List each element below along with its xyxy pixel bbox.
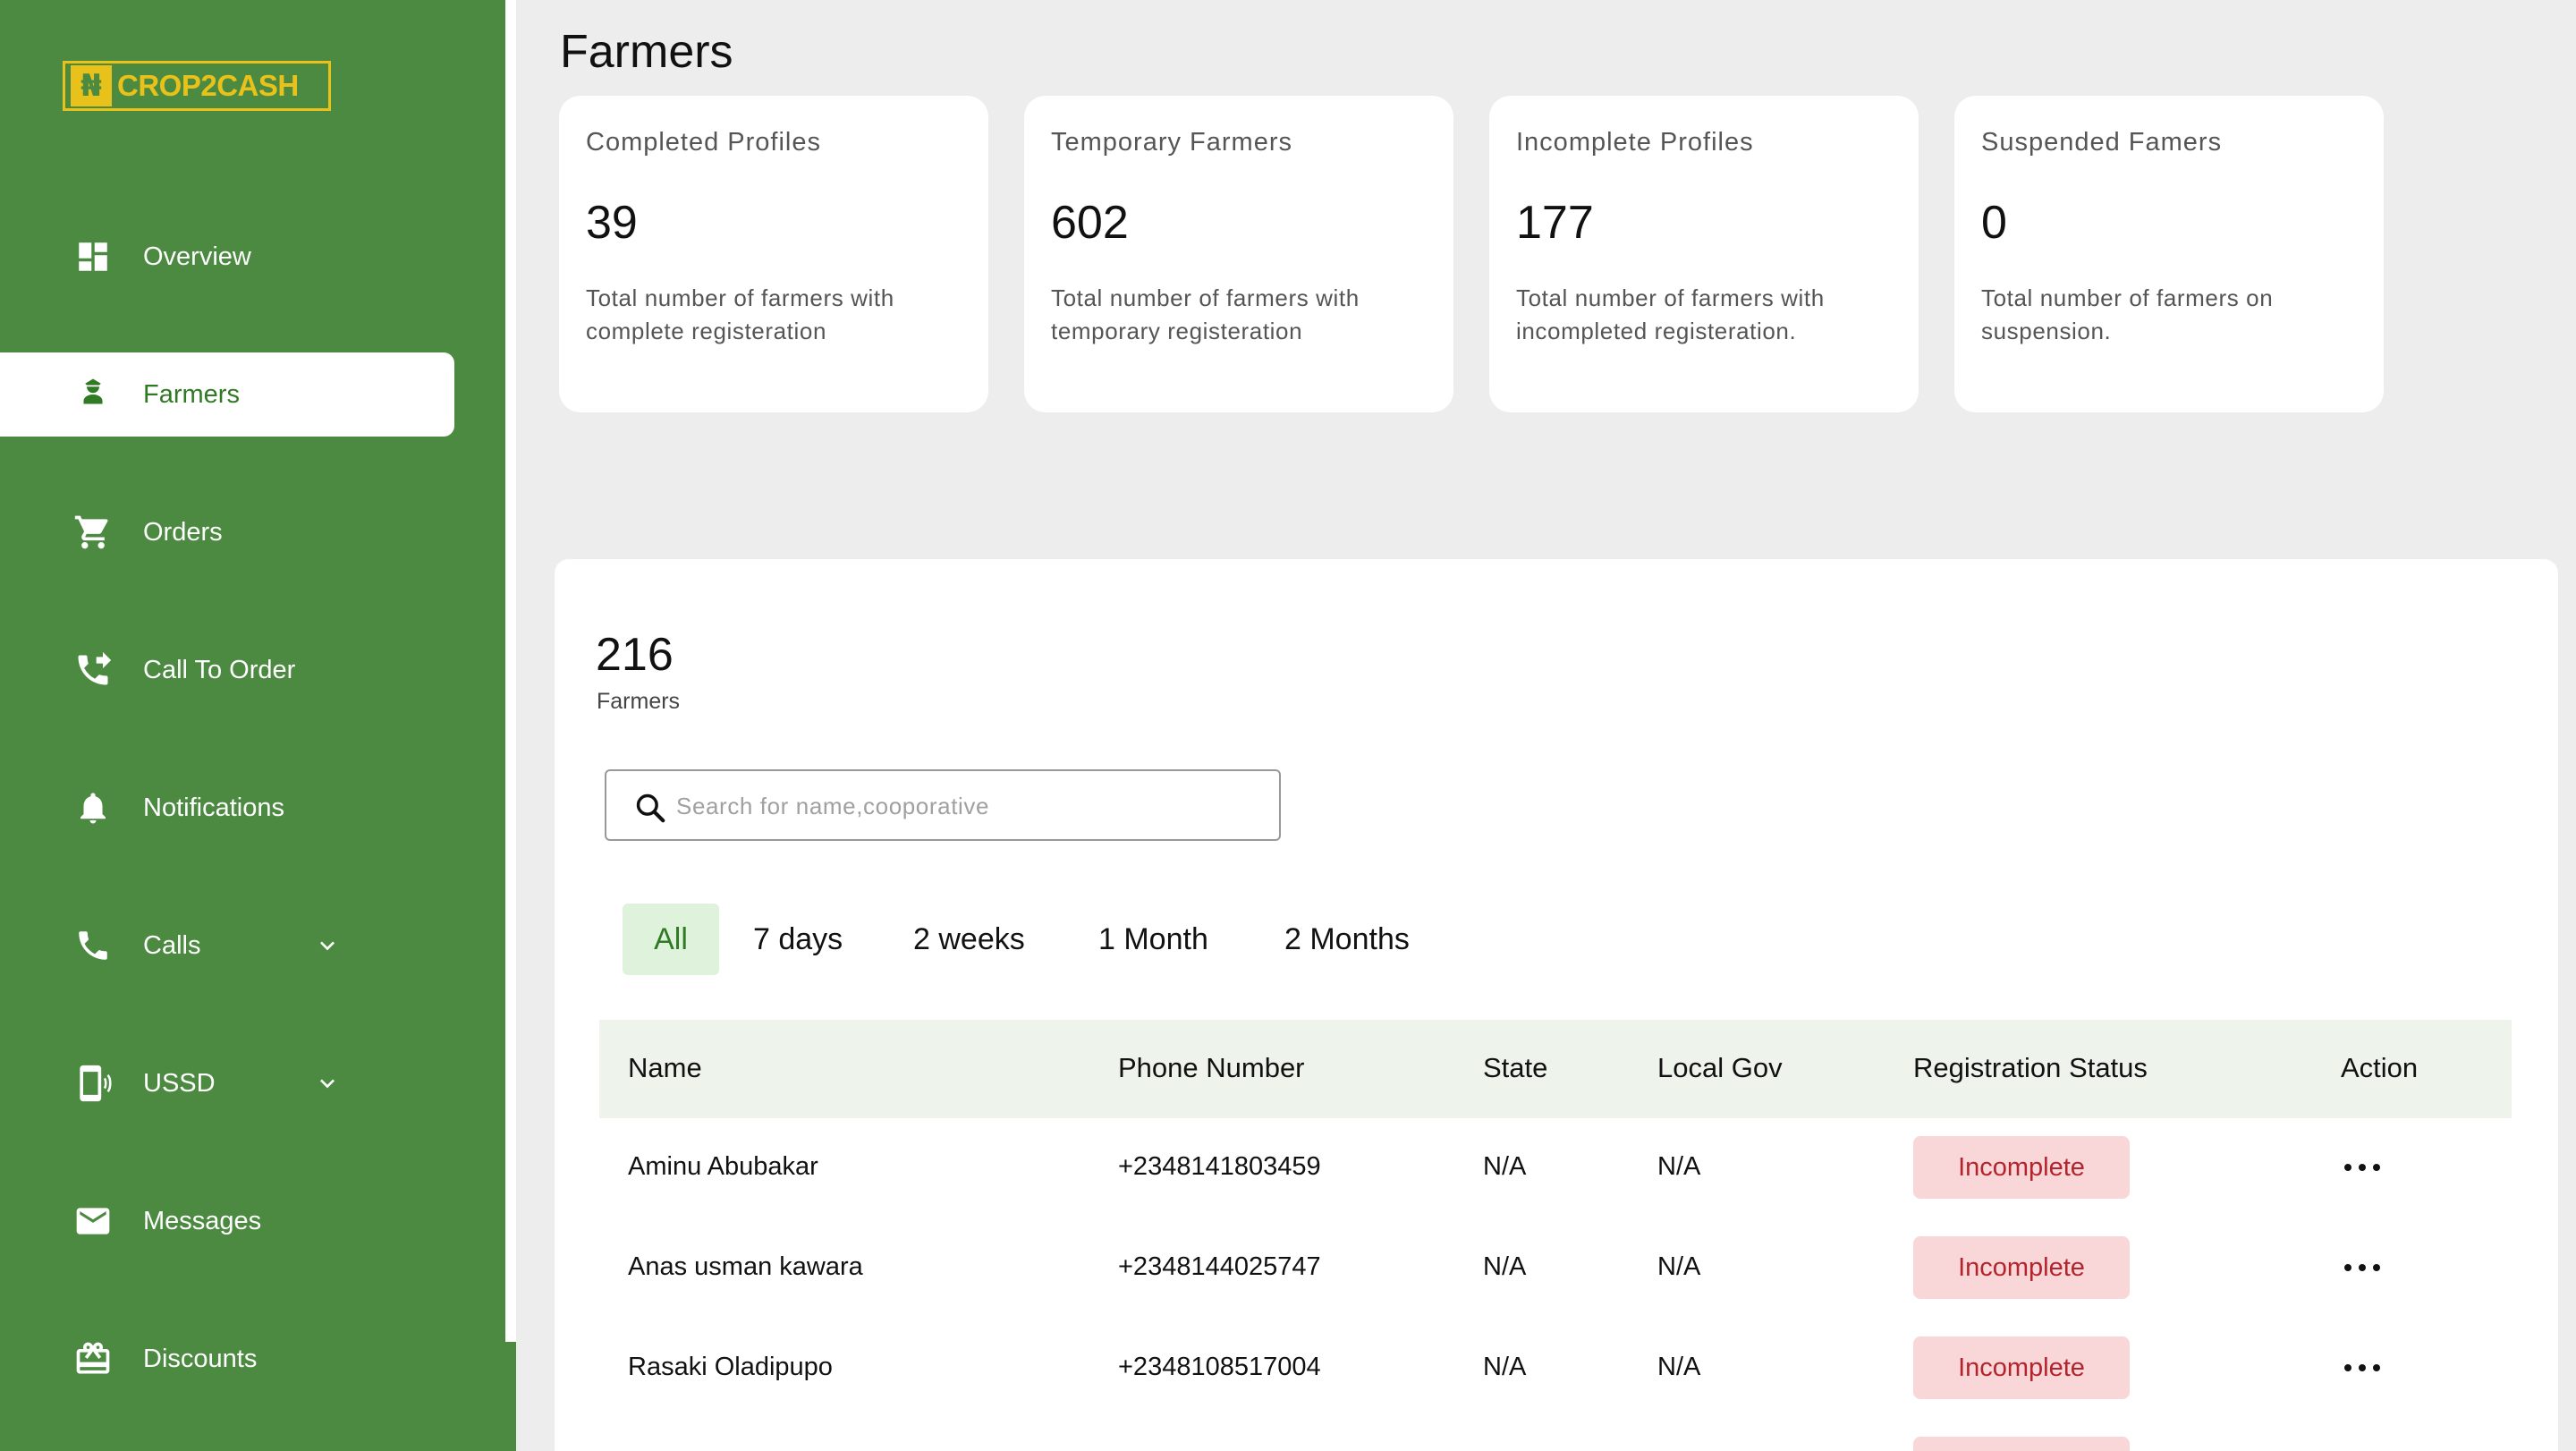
sidebar-item-messages[interactable]: Messages bbox=[0, 1179, 454, 1263]
cart-icon bbox=[72, 511, 114, 554]
status-badge: Incomplete bbox=[1913, 1236, 2130, 1299]
stat-description: Total number of farmers with complete re… bbox=[586, 284, 894, 344]
stat-description: Total number of farmers with incompleted… bbox=[1516, 284, 1825, 344]
gift-card-icon bbox=[72, 1337, 114, 1380]
status-badge-partial bbox=[1913, 1437, 2130, 1451]
sidebar-item-overview[interactable]: Overview bbox=[0, 215, 454, 299]
stat-title: Suspended Famers bbox=[1981, 128, 2223, 157]
cell-state: N/A bbox=[1483, 1353, 1527, 1381]
sidebar-item-label: Messages bbox=[143, 1206, 262, 1235]
cell-state: N/A bbox=[1483, 1252, 1527, 1281]
stat-title: Incomplete Profiles bbox=[1516, 128, 1754, 157]
more-actions-icon[interactable] bbox=[2344, 1158, 2380, 1176]
sidebar-item-notifications[interactable]: Notifications bbox=[0, 766, 454, 850]
table-header bbox=[599, 1020, 2512, 1118]
logo-text: CROP2CASH bbox=[117, 69, 299, 102]
search-box[interactable] bbox=[605, 769, 1281, 841]
stat-description: Total number of farmers on suspension. bbox=[1981, 284, 2274, 344]
status-badge: Incomplete bbox=[1913, 1336, 2130, 1399]
cell-name: Aminu Abubakar bbox=[628, 1152, 818, 1181]
sidebar-scrollbar-track bbox=[505, 1342, 516, 1451]
filter-tab-all[interactable]: All bbox=[623, 904, 719, 975]
cell-phone: +2348141803459 bbox=[1118, 1152, 1321, 1181]
phone-icon bbox=[72, 924, 114, 967]
sidebar-item-label: USSD bbox=[143, 1068, 216, 1098]
filter-tab-2-weeks[interactable]: 2 weeks bbox=[913, 904, 1025, 975]
column-header-action: Action bbox=[2341, 1052, 2419, 1083]
search-input[interactable] bbox=[676, 787, 1249, 825]
stat-card-incomplete: Incomplete Profiles 177 Total number of … bbox=[1489, 96, 1919, 412]
sidebar-scrollbar[interactable] bbox=[505, 0, 516, 1342]
chevron-down-icon[interactable] bbox=[313, 1069, 342, 1098]
farmers-panel bbox=[555, 559, 2558, 1451]
search-icon bbox=[636, 793, 665, 823]
brand-logo[interactable]: ₦ CROP2CASH bbox=[63, 61, 331, 111]
page-title: Farmers bbox=[560, 26, 733, 78]
farmer-icon bbox=[72, 373, 114, 416]
mobile-signal-icon bbox=[72, 1062, 114, 1105]
cell-phone: +2348108517004 bbox=[1118, 1353, 1321, 1381]
cell-state: N/A bbox=[1483, 1152, 1527, 1181]
cell-name: Rasaki Oladipupo bbox=[628, 1353, 833, 1381]
sidebar-item-discounts[interactable]: Discounts bbox=[0, 1317, 454, 1401]
filter-tab-7-days[interactable]: 7 days bbox=[753, 904, 843, 975]
bell-icon bbox=[72, 786, 114, 829]
stat-value: 177 bbox=[1516, 197, 1594, 249]
more-actions-icon[interactable] bbox=[2344, 1259, 2380, 1277]
sidebar-item-label: Call To Order bbox=[143, 655, 296, 684]
dashboard-icon bbox=[72, 235, 114, 278]
sidebar-item-label: Notifications bbox=[143, 793, 284, 822]
sidebar-item-label: Farmers bbox=[143, 379, 240, 409]
more-actions-icon[interactable] bbox=[2344, 1359, 2380, 1377]
stat-description: Total number of farmers with temporary r… bbox=[1051, 284, 1360, 344]
cell-local-gov: N/A bbox=[1657, 1152, 1701, 1181]
cell-local-gov: N/A bbox=[1657, 1252, 1701, 1281]
filter-tab-2-months[interactable]: 2 Months bbox=[1284, 904, 1410, 975]
column-header-registration-status[interactable]: Registration Status bbox=[1913, 1052, 2148, 1084]
sidebar-item-calls[interactable]: Calls bbox=[0, 904, 454, 988]
sidebar-item-label: Overview bbox=[143, 242, 251, 271]
cell-phone: +2348144025747 bbox=[1118, 1252, 1321, 1281]
stat-title: Temporary Farmers bbox=[1051, 128, 1292, 157]
stat-card-suspended: Suspended Famers 0 Total number of farme… bbox=[1954, 96, 2384, 412]
column-header-state[interactable]: State bbox=[1483, 1052, 1547, 1084]
mail-icon bbox=[72, 1200, 114, 1243]
filter-tab-1-month[interactable]: 1 Month bbox=[1098, 904, 1208, 975]
column-header-phone[interactable]: Phone Number bbox=[1118, 1052, 1305, 1084]
cell-name: Anas usman kawara bbox=[628, 1252, 863, 1281]
stat-value: 39 bbox=[586, 197, 638, 249]
sidebar-item-label: Discounts bbox=[143, 1344, 258, 1373]
logo-mark: ₦ bbox=[71, 65, 112, 106]
sidebar-item-farmers[interactable]: Farmers bbox=[0, 352, 454, 437]
stat-title: Completed Profiles bbox=[586, 128, 821, 157]
column-header-name[interactable]: Name bbox=[628, 1052, 702, 1084]
stat-value: 602 bbox=[1051, 197, 1129, 249]
stat-card-completed: Completed Profiles 39 Total number of fa… bbox=[559, 96, 988, 412]
sidebar-item-label: Calls bbox=[143, 930, 201, 960]
farmer-count: 216 bbox=[596, 629, 674, 681]
sidebar: ₦ CROP2CASH Overview Farmers Orders Call… bbox=[0, 0, 505, 1451]
farmer-count-label: Farmers bbox=[597, 689, 681, 714]
stat-card-temporary: Temporary Farmers 602 Total number of fa… bbox=[1024, 96, 1453, 412]
chevron-down-icon[interactable] bbox=[313, 931, 342, 960]
sidebar-item-orders[interactable]: Orders bbox=[0, 490, 454, 574]
phone-forward-icon bbox=[72, 649, 114, 692]
sidebar-item-label: Orders bbox=[143, 517, 223, 547]
sidebar-item-call-to-order[interactable]: Call To Order bbox=[0, 628, 454, 712]
status-badge: Incomplete bbox=[1913, 1136, 2130, 1199]
column-header-local-gov[interactable]: Local Gov bbox=[1657, 1052, 1783, 1084]
sidebar-item-ussd[interactable]: USSD bbox=[0, 1041, 454, 1125]
stat-value: 0 bbox=[1981, 197, 2007, 249]
cell-local-gov: N/A bbox=[1657, 1353, 1701, 1381]
